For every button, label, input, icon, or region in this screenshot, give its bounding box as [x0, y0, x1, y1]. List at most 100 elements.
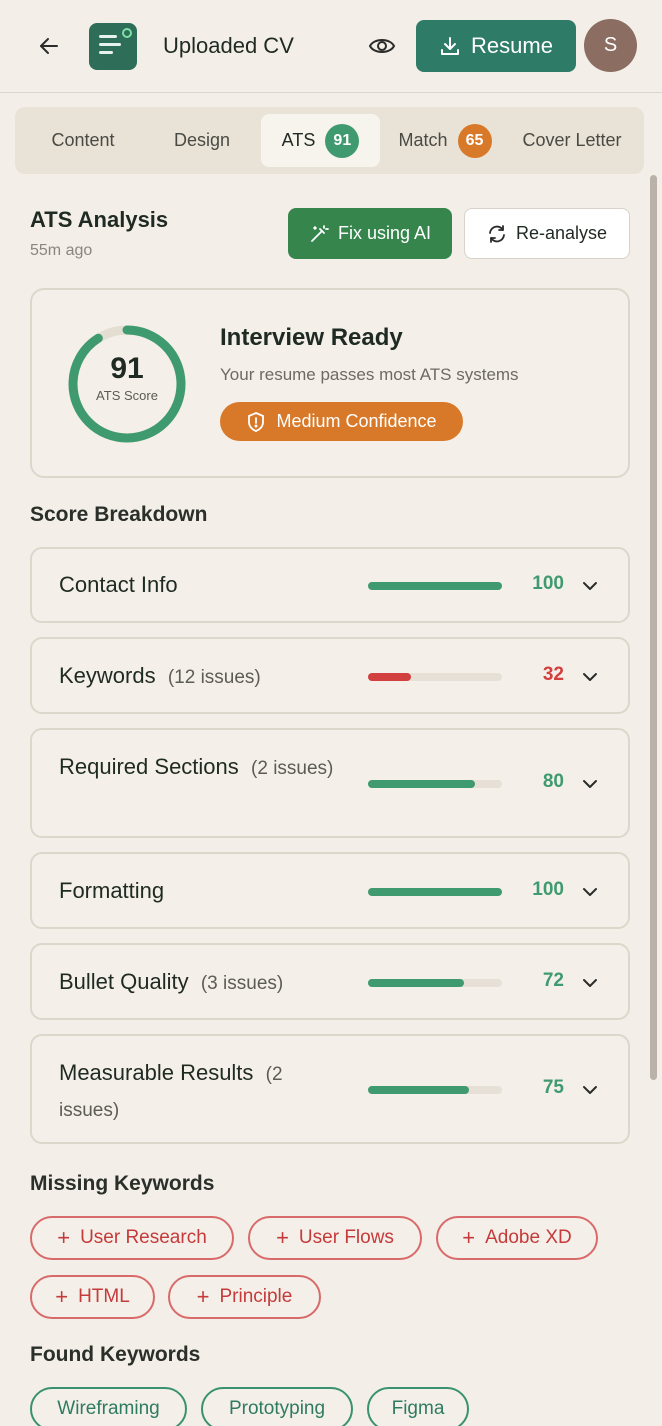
app-header: Uploaded CV Resume S — [0, 0, 662, 93]
row-label: Formatting — [59, 874, 334, 908]
row-label: Required Sections (2 issues) — [59, 750, 334, 786]
fix-using-ai-label: Fix using AI — [337, 223, 432, 243]
missing-keyword-chip[interactable]: + Principle — [168, 1275, 321, 1319]
plus-icon: + — [57, 1225, 71, 1250]
row-title: Required Sections — [59, 754, 239, 779]
score-bar-fill — [368, 978, 464, 987]
score-status-title: Interview Ready — [220, 324, 403, 351]
keyword-label: Prototyping — [228, 1398, 326, 1419]
document-logo-icon — [99, 28, 132, 54]
ats-score-badge: 91 — [325, 123, 360, 158]
score-bar — [368, 582, 502, 590]
tab-content[interactable]: Content — [29, 114, 137, 167]
row-score-value: 100 — [532, 573, 564, 594]
missing-keyword-chip[interactable]: + HTML — [30, 1275, 155, 1319]
score-status-description: Your resume passes most ATS systems — [220, 365, 519, 384]
tab-ats[interactable]: ATS 91 — [261, 114, 380, 167]
row-label: Keywords (12 issues) — [59, 659, 334, 695]
score-breakdown-row[interactable]: Formatting 100 — [30, 852, 630, 929]
eye-icon — [368, 39, 396, 53]
magic-wand-icon — [311, 224, 329, 242]
tab-label: ATS — [281, 130, 316, 150]
found-keyword-chip: Prototyping — [201, 1387, 353, 1426]
missing-keyword-chip[interactable]: + Adobe XD — [436, 1216, 598, 1260]
score-breakdown-row[interactable]: Keywords (12 issues) 32 — [30, 637, 630, 714]
tab-label: Match — [398, 130, 448, 150]
keyword-label: User Flows — [298, 1227, 394, 1248]
score-bar-fill — [368, 780, 475, 788]
score-breakdown-row[interactable]: Required Sections (2 issues) 80 — [30, 728, 630, 838]
score-bar-fill — [368, 1086, 469, 1094]
chevron-down-icon[interactable] — [580, 576, 600, 596]
chevron-down-icon[interactable] — [580, 774, 600, 794]
plus-icon: + — [196, 1284, 210, 1309]
row-title: Measurable Results — [59, 1060, 254, 1085]
score-breakdown-row[interactable]: Measurable Results (2 issues) 75 — [30, 1034, 630, 1144]
score-bar-fill — [368, 887, 502, 896]
scrollbar[interactable] — [650, 175, 657, 1080]
row-score-value: 75 — [542, 1077, 564, 1098]
found-keyword-chip: Figma — [367, 1387, 469, 1426]
section-heading: ATS Analysis — [30, 207, 169, 232]
row-issues: (2 issues) — [251, 758, 334, 779]
row-label: Bullet Quality (3 issues) — [59, 965, 334, 1001]
download-resume-label: Resume — [471, 33, 553, 58]
tab-label: Cover Letter — [522, 130, 622, 150]
shield-icon — [248, 411, 265, 432]
ats-score-value: 91 — [110, 352, 144, 385]
keyword-label: Wireframing — [57, 1398, 160, 1419]
download-icon — [441, 37, 460, 55]
tab-design[interactable]: Design — [148, 114, 256, 167]
row-score-value: 32 — [542, 663, 564, 685]
keyword-label: User Research — [80, 1227, 207, 1248]
missing-keywords-heading: Missing Keywords — [30, 1172, 215, 1195]
score-bar — [368, 780, 502, 788]
row-label: Contact Info — [59, 568, 334, 602]
row-score-value: 72 — [542, 969, 564, 991]
tab-cover-letter[interactable]: Cover Letter — [512, 114, 632, 167]
re-analyse-button[interactable]: Re-analyse — [464, 208, 630, 259]
row-issues: (3 issues) — [200, 972, 284, 994]
chevron-down-icon[interactable] — [580, 882, 600, 902]
row-title: Contact Info — [59, 572, 178, 597]
arrow-left-icon — [40, 38, 58, 54]
analysis-timestamp: 55m ago — [30, 242, 93, 259]
score-breakdown-row[interactable]: Bullet Quality (3 issues) 72 — [30, 943, 630, 1020]
back-button[interactable] — [36, 32, 62, 60]
score-bar-fill — [368, 672, 411, 681]
score-bar — [368, 887, 502, 896]
page-title: Uploaded CV — [163, 33, 294, 58]
row-score-value: 80 — [542, 771, 564, 792]
keyword-label: Adobe XD — [485, 1227, 572, 1248]
ats-score-card: 91 ATS Score Interview Ready Your resume… — [30, 288, 630, 478]
score-bar — [368, 1086, 502, 1094]
plus-icon: + — [55, 1284, 69, 1309]
plus-icon: + — [462, 1225, 476, 1250]
tab-bar: Content Design ATS 91 Match 65 Cover Let… — [15, 107, 644, 174]
download-resume-button[interactable]: Resume — [416, 20, 576, 72]
fix-using-ai-button[interactable]: Fix using AI — [288, 208, 452, 259]
chevron-down-icon[interactable] — [580, 1080, 600, 1100]
score-bar-fill — [368, 582, 502, 590]
ats-score-label: ATS Score — [96, 388, 158, 403]
chevron-down-icon[interactable] — [580, 973, 600, 993]
tab-match[interactable]: Match 65 — [387, 114, 503, 167]
keyword-label: Figma — [391, 1398, 445, 1419]
missing-keyword-chip[interactable]: + User Research — [30, 1216, 234, 1260]
tab-label: Design — [173, 130, 231, 150]
missing-keyword-chip[interactable]: + User Flows — [248, 1216, 422, 1260]
avatar[interactable]: S — [584, 19, 637, 72]
keyword-label: Principle — [219, 1286, 293, 1307]
confidence-label: Medium Confidence — [276, 411, 437, 431]
chevron-down-icon[interactable] — [580, 667, 600, 687]
row-issues: (12 issues) — [167, 666, 261, 688]
score-bar — [368, 978, 502, 987]
score-breakdown-heading: Score Breakdown — [30, 503, 208, 526]
refresh-icon — [489, 224, 505, 243]
score-breakdown-row[interactable]: Contact Info 100 — [30, 547, 630, 623]
row-title: Keywords — [59, 662, 156, 688]
tab-label: Content — [51, 130, 115, 150]
found-keywords-heading: Found Keywords — [30, 1343, 201, 1366]
preview-button[interactable] — [366, 32, 398, 60]
row-title: Bullet Quality — [59, 968, 189, 994]
